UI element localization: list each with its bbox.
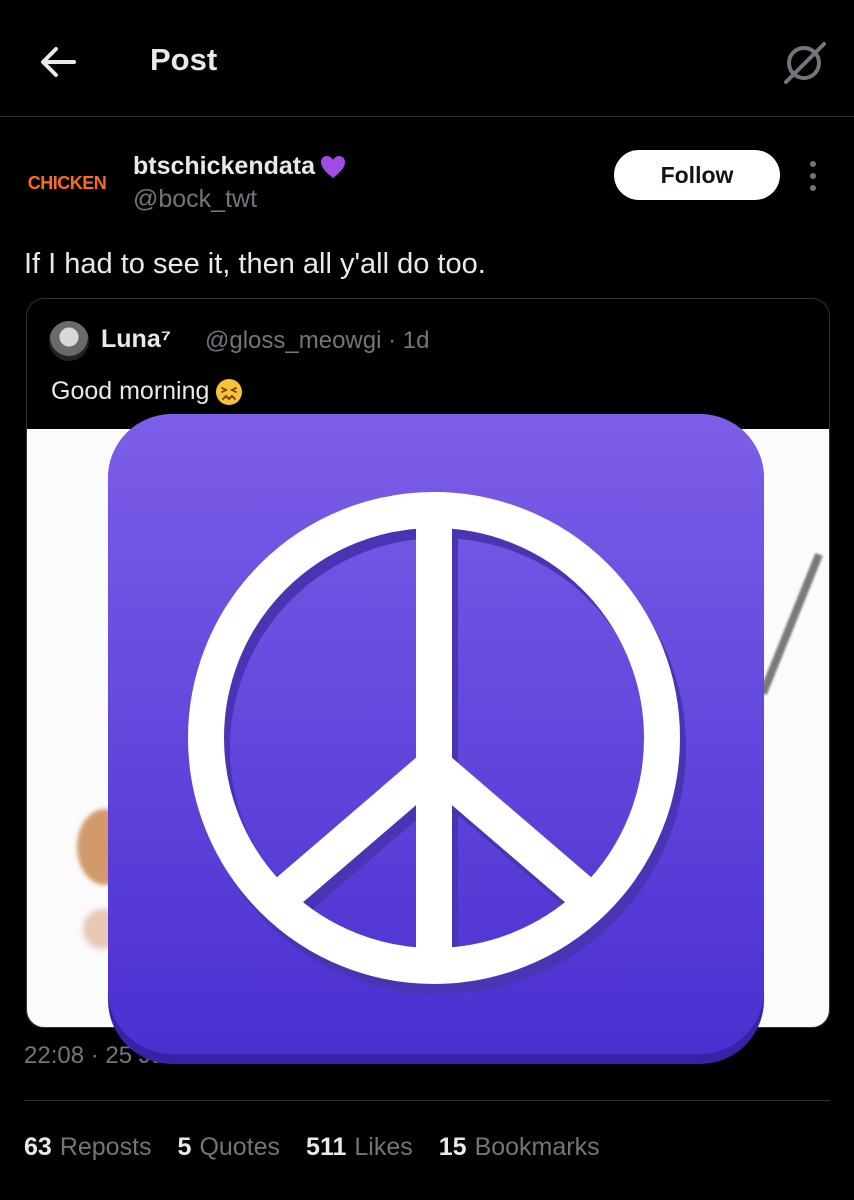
quotes-stat[interactable]: 5 Quotes: [178, 1133, 281, 1162]
follow-button[interactable]: Follow: [614, 150, 780, 200]
avatar-text: CHICKEN: [27, 172, 107, 193]
grok-button[interactable]: [780, 38, 828, 86]
arrow-left-icon: [41, 47, 76, 77]
more-options-button[interactable]: [798, 158, 828, 194]
author-handle[interactable]: @bock_twt: [133, 185, 257, 214]
more-vertical-icon: [810, 161, 816, 191]
quoted-handle-time: @gloss_meowgi · 1d: [205, 327, 430, 354]
author-display-name: btschickendata: [133, 152, 316, 180]
quoted-avatar: [49, 321, 89, 361]
avatar[interactable]: CHICKEN: [24, 150, 110, 216]
media-detail-streak: [759, 552, 823, 696]
quoted-display-name: Luna⁷: [101, 325, 172, 353]
top-bar: Post: [0, 0, 854, 117]
confounded-face-icon: [216, 378, 243, 405]
engagement-stats: 63 Reposts 5 Quotes 511 Likes 15 Bookmarks: [24, 1133, 600, 1162]
bookmarks-stat[interactable]: 15 Bookmarks: [439, 1133, 600, 1162]
divider: [24, 1100, 830, 1101]
likes-stat[interactable]: 511 Likes: [306, 1133, 413, 1162]
quoted-text-row: Good morning: [51, 377, 243, 406]
post-text: If I had to see it, then all y'all do to…: [24, 248, 486, 280]
grok-icon: [784, 42, 826, 84]
page-title: Post: [150, 42, 218, 77]
quoted-text: Good morning: [51, 377, 210, 405]
back-button[interactable]: [36, 40, 80, 84]
author-name-row[interactable]: btschickendata: [133, 152, 347, 181]
purple-heart-icon: [321, 155, 346, 178]
reposts-stat[interactable]: 63 Reposts: [24, 1133, 152, 1162]
peace-sign-icon: [108, 414, 764, 1064]
